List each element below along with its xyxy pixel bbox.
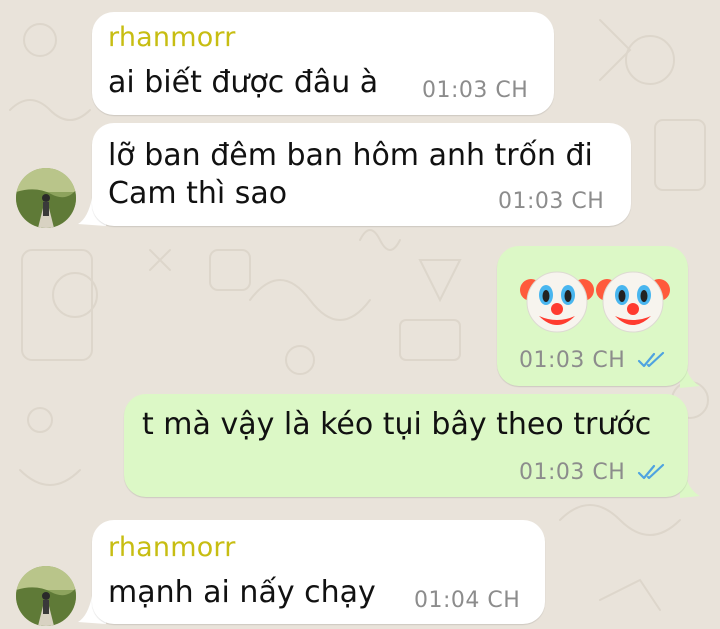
message-bubble-4[interactable]: t mà vậy là kéo tụi bây theo trước 01:03… [124, 394, 688, 497]
message-timestamp: 01:03 CH [422, 78, 529, 103]
message-timestamp: 01:03 CH [519, 348, 626, 373]
clown-face-emoji [596, 271, 670, 333]
message-bubble-1[interactable]: rhanmorr ai biết được đâu à 01:03 CH [92, 12, 554, 115]
message-timestamp: 01:03 CH [519, 460, 626, 485]
avatar-photo-icon [16, 168, 76, 228]
message-bubble-2[interactable]: lỡ ban đêm ban hôm anh trốn đi Cam thì s… [92, 123, 631, 226]
avatar-photo-icon [16, 566, 76, 626]
contact-avatar[interactable] [16, 168, 76, 228]
message-timestamp: 01:04 CH [414, 588, 521, 613]
message-bubble-5[interactable]: rhanmorr mạnh ai nấy chạy 01:04 CH [92, 520, 545, 624]
message-text-line-1: lỡ ban đêm ban hôm anh trốn đi [108, 138, 593, 173]
message-text: ai biết được đâu à [108, 65, 379, 100]
sender-name[interactable]: rhanmorr [108, 22, 236, 54]
message-text: t mà vậy là kéo tụi bây theo trước [142, 407, 652, 442]
message-text-line-2: Cam thì sao [108, 176, 288, 211]
read-receipt-icon [637, 351, 665, 368]
read-receipt-icon [637, 463, 665, 480]
contact-avatar[interactable] [16, 566, 76, 626]
message-timestamp: 01:03 CH [498, 189, 605, 214]
message-bubble-3[interactable]: 01:03 CH [497, 246, 688, 386]
sender-name[interactable]: rhanmorr [108, 532, 236, 564]
message-text: mạnh ai nấy chạy [108, 575, 376, 610]
clown-face-emoji [520, 271, 594, 333]
